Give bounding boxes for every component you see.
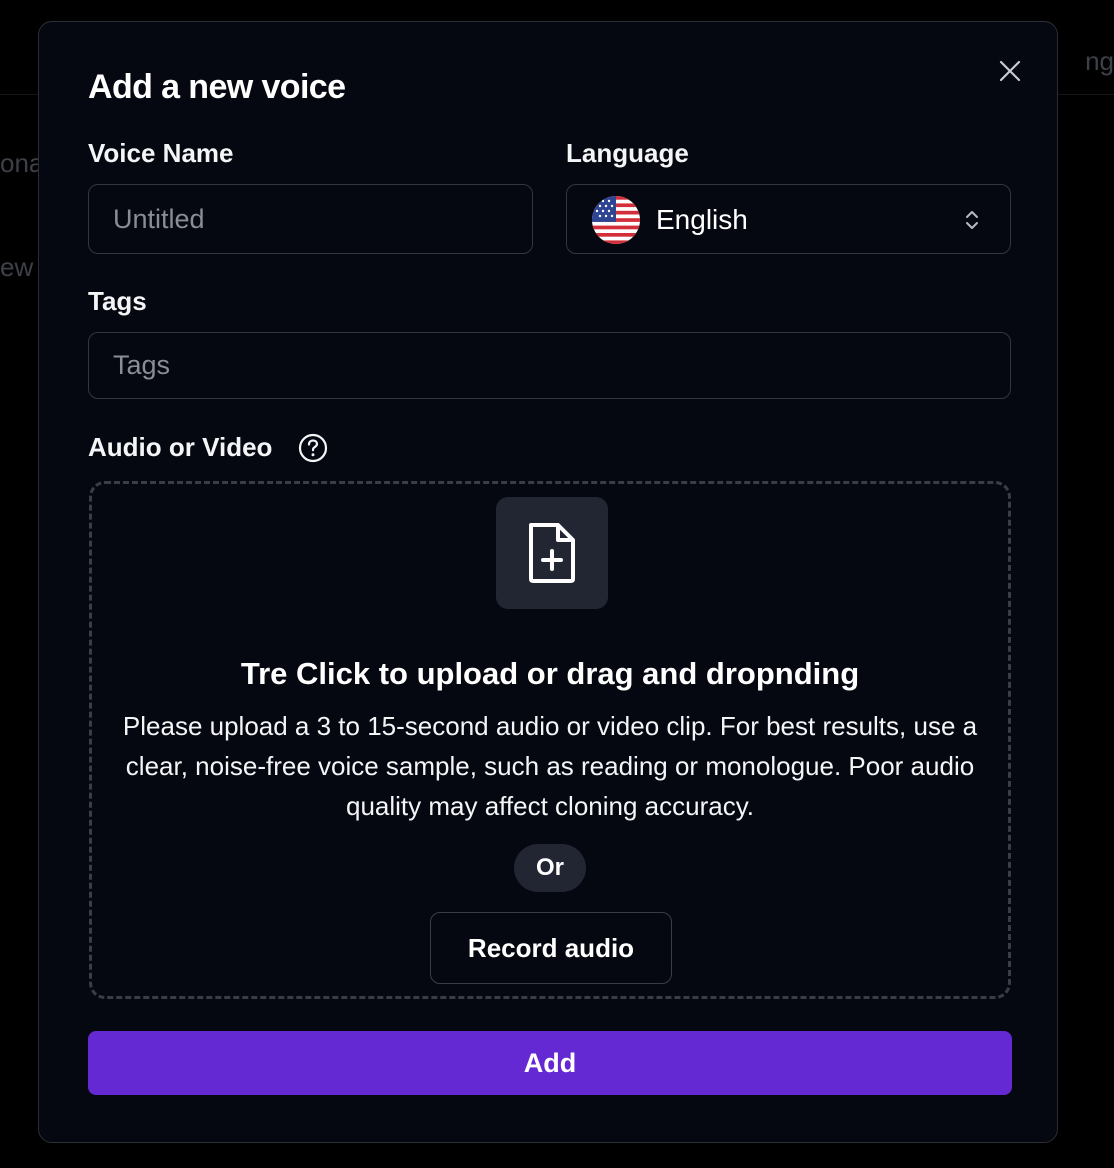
close-button[interactable] xyxy=(995,56,1025,86)
add-voice-dialog: Add a new voice Voice Name Language xyxy=(38,21,1058,1143)
chevron-up-down-icon xyxy=(966,211,978,229)
language-label: Language xyxy=(566,138,689,168)
dropzone-title: Tre Click to upload or drag and dropndin… xyxy=(240,656,860,691)
upload-dropzone[interactable]: Tre Click to upload or drag and dropndin… xyxy=(89,481,1011,999)
tags-input[interactable] xyxy=(113,333,986,398)
media-label: Audio or Video xyxy=(88,432,273,462)
background-text-fragment: ng xyxy=(1085,46,1114,76)
voice-name-label: Voice Name xyxy=(88,138,234,168)
add-button[interactable]: Add xyxy=(88,1031,1012,1095)
voice-name-field-box xyxy=(88,184,533,254)
voice-name-input[interactable] xyxy=(113,185,508,253)
tags-field-box xyxy=(88,332,1011,399)
background-text-fragment: ew xyxy=(0,252,34,282)
language-value: English xyxy=(656,204,748,235)
us-flag-icon xyxy=(592,196,640,244)
tags-label: Tags xyxy=(88,286,147,316)
dialog-title: Add a new voice xyxy=(88,68,346,106)
dropzone-description: Please upload a 3 to 15-second audio or … xyxy=(122,711,978,821)
file-plus-icon xyxy=(529,523,575,583)
language-select[interactable]: English xyxy=(566,184,1011,254)
background-text-fragment: ona xyxy=(0,148,38,178)
question-circle-icon[interactable] xyxy=(298,433,328,463)
upload-icon-tile xyxy=(496,497,608,609)
or-divider-badge: Or xyxy=(514,844,586,892)
record-audio-button[interactable]: Record audio xyxy=(430,912,672,984)
close-icon xyxy=(999,60,1021,82)
